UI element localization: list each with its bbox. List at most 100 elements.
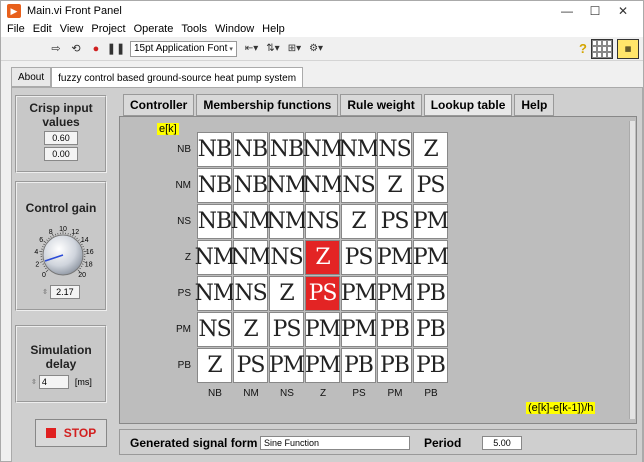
lookup-cell: PS	[305, 276, 340, 311]
knob-tick-label: 2	[35, 261, 39, 268]
reorder-icon[interactable]: ⚙▾	[309, 43, 323, 54]
gain-increment-icon[interactable]: ⇳	[42, 288, 48, 296]
lookup-cell: PB	[413, 276, 448, 311]
control-gain-group: Control gain 0 2 4 6 8 10 12 14 16 18 20 ⇳ 2.17	[15, 181, 107, 311]
tab-lookup-table[interactable]: Lookup table	[423, 94, 513, 116]
control-gain-knob[interactable]: 02468 10 1214161820	[17, 215, 109, 285]
menu-project[interactable]: Project	[87, 23, 129, 35]
run-continuously-icon[interactable]: ⟲	[69, 42, 83, 56]
tab-controller[interactable]: Controller	[123, 94, 195, 116]
menu-tools[interactable]: Tools	[177, 23, 211, 35]
connector-pane-icon[interactable]	[591, 39, 613, 59]
stop-button[interactable]: STOP	[35, 419, 107, 447]
lookup-cell: PB	[413, 348, 448, 383]
close-icon[interactable]: ✕	[609, 1, 637, 21]
lookup-cell: Z	[341, 204, 376, 239]
resize-objects-icon[interactable]: ⊞▾	[288, 43, 301, 54]
lookup-cell: NS	[233, 276, 268, 311]
lookup-cell: NM	[195, 240, 235, 275]
menu-operate[interactable]: Operate	[130, 23, 178, 35]
abort-icon[interactable]: ●	[89, 42, 103, 56]
column-label-pm: PM	[387, 388, 403, 399]
tab-membership-functions[interactable]: Membership functions	[196, 94, 339, 116]
crisp-input-value-2: 0.00	[44, 147, 78, 161]
lookup-cell: NM	[303, 132, 343, 167]
tab-rule-weight[interactable]: Rule weight	[340, 94, 422, 116]
minimize-icon[interactable]: —	[553, 1, 581, 21]
knob-tick-label: 4	[34, 249, 38, 256]
knob-tick-label: 14	[81, 237, 89, 244]
lookup-cell: NB	[197, 204, 232, 239]
row-axis-label: e[k]	[157, 123, 179, 135]
knob-tick-mark	[79, 267, 81, 270]
tab-help[interactable]: Help	[514, 94, 555, 116]
lookup-cell: NS	[377, 132, 412, 167]
lookup-cell: NS	[269, 240, 304, 275]
column-label-nm: NM	[243, 388, 259, 399]
lookup-cell: PS	[341, 240, 376, 275]
menu-view[interactable]: View	[56, 23, 88, 35]
context-help-icon[interactable]: ?	[579, 41, 587, 56]
lookup-cell: NB	[269, 132, 304, 167]
maximize-icon[interactable]: ☐	[581, 1, 609, 21]
crisp-input-group: Crisp input values 0.60 0.00	[15, 95, 107, 173]
align-objects-icon[interactable]: ⇤▾	[245, 43, 258, 54]
menu-bar: File Edit View Project Operate Tools Win…	[1, 21, 643, 37]
lookup-cell: NS	[305, 204, 340, 239]
generated-signal-select[interactable]: Sine Function	[260, 436, 410, 450]
knob-tick-mark	[54, 233, 56, 236]
period-input[interactable]: 5.00	[482, 436, 522, 450]
knob-tick-mark	[45, 269, 49, 273]
stop-icon	[45, 428, 56, 438]
column-label-z: Z	[319, 388, 327, 399]
menu-help[interactable]: Help	[258, 23, 289, 35]
menu-file[interactable]: File	[3, 23, 29, 35]
knob-tick-label: 0	[42, 272, 46, 279]
row-label-pm: PM	[176, 324, 191, 335]
control-gain-value[interactable]: 2.17	[49, 285, 80, 299]
lookup-cell: PM	[305, 348, 341, 383]
lookup-cell: Z	[269, 276, 304, 311]
crisp-input-value-1: 0.60	[44, 131, 78, 145]
menu-edit[interactable]: Edit	[29, 23, 56, 35]
lookup-panel-scrollbar[interactable]	[629, 121, 635, 419]
lookup-cell: PS	[377, 204, 412, 239]
column-label-nb: NB	[208, 388, 222, 399]
vi-icon[interactable]: ▦	[617, 39, 639, 59]
lookup-cell: PB	[413, 312, 448, 347]
lookup-cell: PS	[413, 168, 448, 203]
crisp-input-title: Crisp input values	[29, 101, 93, 129]
inner-tab-strip: Controller Membership functions Rule wei…	[123, 94, 556, 116]
knob-tick-mark	[74, 236, 76, 238]
simulation-delay-value[interactable]: 4	[38, 375, 69, 389]
distribute-objects-icon[interactable]: ⇅▾	[266, 43, 279, 54]
knob-tick-label: 16	[86, 249, 94, 256]
font-selector[interactable]: 15pt Application Font ▾	[130, 40, 237, 57]
control-gain-numeric: ⇳ 2.17	[17, 285, 105, 299]
row-label-ns: NS	[177, 216, 191, 227]
lookup-cell: PS	[269, 312, 304, 347]
row-label-nb: NB	[177, 144, 191, 155]
knob-tick-mark	[43, 243, 45, 245]
tab-about[interactable]: About	[11, 67, 52, 87]
lookup-cell: PB	[377, 312, 412, 347]
delay-increment-icon[interactable]: ⇳	[31, 378, 37, 386]
lookup-cell: PM	[341, 312, 377, 347]
lookup-cell: PM	[305, 312, 341, 347]
lookup-cell: Z	[377, 168, 412, 203]
tab-fuzzy-control-system[interactable]: fuzzy control based ground-source heat p…	[51, 67, 304, 89]
pause-icon[interactable]: ❚❚	[107, 42, 125, 56]
row-label-pb: PB	[177, 360, 191, 371]
run-arrow-icon[interactable]: ⇨	[49, 42, 63, 56]
toolbar: ⇨ ⟲ ● ❚❚ 15pt Application Font ▾ ⇤▾ ⇅▾ ⊞…	[1, 37, 643, 61]
knob-tick-mark	[43, 265, 46, 268]
row-label-z: Z	[184, 252, 191, 263]
row-label-ps: PS	[177, 288, 191, 299]
knob-tick-mark	[80, 265, 83, 268]
lookup-cell: PB	[377, 348, 412, 383]
menu-window[interactable]: Window	[211, 23, 258, 35]
lookup-cell: Z	[197, 348, 232, 383]
lookup-cell: NM	[267, 168, 307, 203]
lookup-cell: NS	[197, 312, 232, 347]
generated-signal-label: Generated signal form	[130, 436, 258, 450]
